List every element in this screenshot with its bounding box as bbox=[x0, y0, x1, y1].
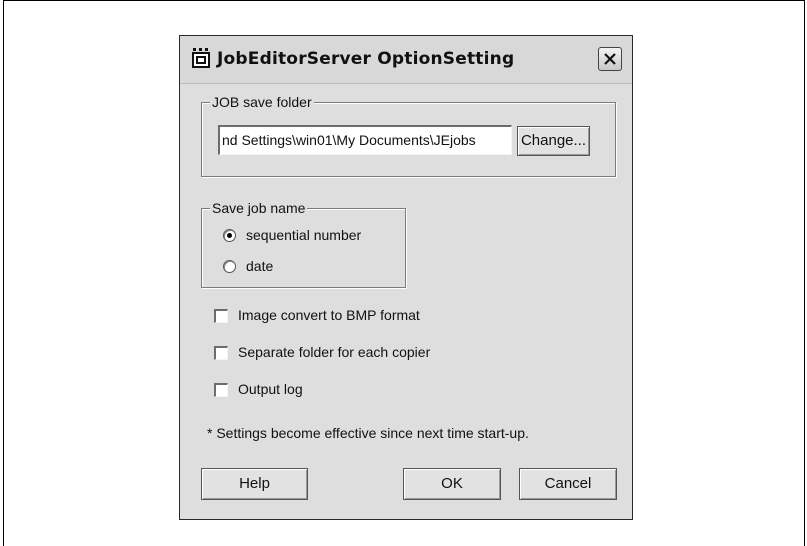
settings-note: * Settings become effective since next t… bbox=[207, 425, 529, 441]
save-job-name-group: Save job name bbox=[201, 200, 406, 288]
cancel-button[interactable]: Cancel bbox=[519, 468, 617, 500]
dialog-title: JobEditorServer OptionSetting bbox=[217, 49, 515, 69]
checkbox-label: Image convert to BMP format bbox=[238, 307, 420, 323]
checkbox[interactable] bbox=[214, 346, 228, 360]
checkbox[interactable] bbox=[214, 309, 228, 323]
ok-button[interactable]: OK bbox=[403, 468, 501, 500]
checkbox-label: Separate folder for each copier bbox=[238, 344, 431, 360]
title-bar[interactable]: JobEditorServer OptionSetting bbox=[180, 36, 632, 84]
radio-label: sequential number bbox=[246, 227, 362, 243]
radio-button[interactable] bbox=[223, 260, 236, 273]
job-save-folder-legend: JOB save folder bbox=[210, 94, 314, 110]
job-save-folder-path-field[interactable]: nd Settings\win01\My Documents\JEjobs bbox=[218, 125, 512, 155]
application-icon bbox=[192, 48, 210, 68]
change-folder-button[interactable]: Change... bbox=[517, 126, 590, 156]
help-button[interactable]: Help bbox=[201, 468, 308, 500]
close-button[interactable] bbox=[598, 47, 622, 71]
radio-button-selected[interactable] bbox=[223, 229, 236, 242]
radio-label: date bbox=[246, 258, 274, 274]
save-job-name-legend: Save job name bbox=[210, 200, 308, 216]
checkbox-label: Output log bbox=[238, 381, 303, 397]
checkbox[interactable] bbox=[214, 383, 228, 397]
option-setting-dialog: JobEditorServer OptionSetting JOB save f… bbox=[179, 35, 633, 520]
